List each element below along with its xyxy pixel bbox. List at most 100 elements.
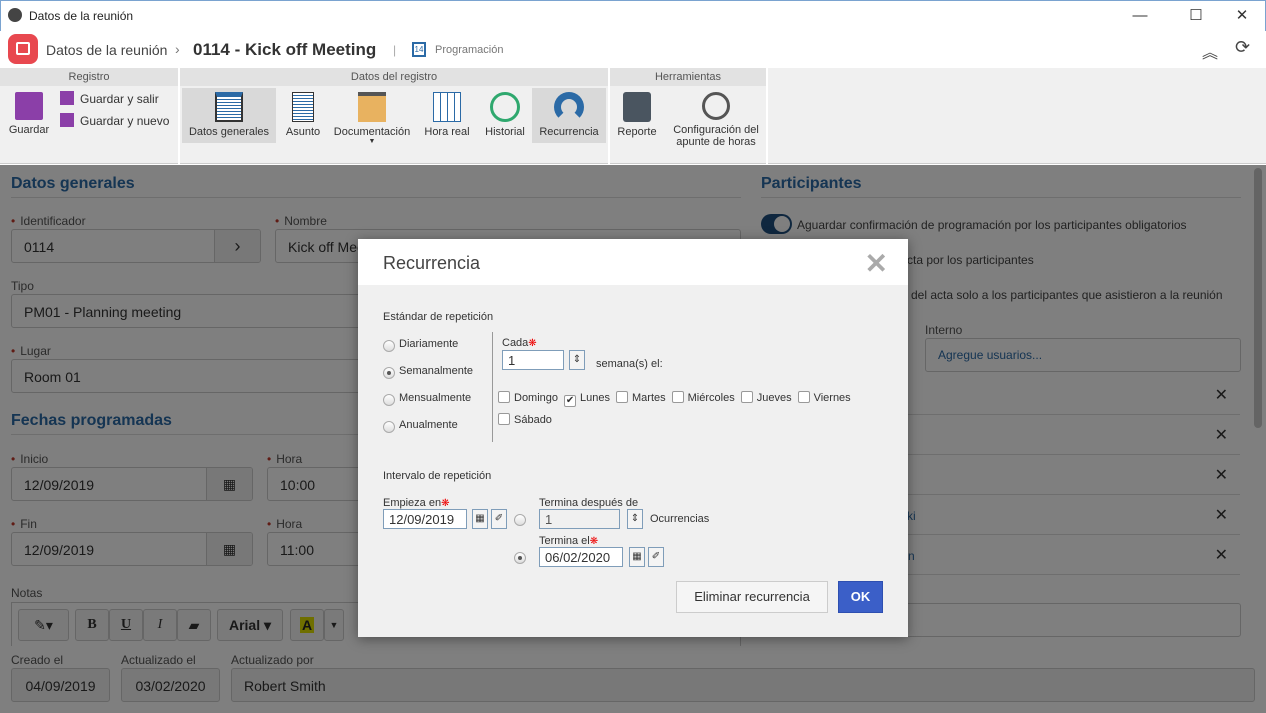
close-window-button[interactable]: ✕ <box>1227 5 1257 27</box>
floppy-icon <box>15 92 43 120</box>
tab-hora-real[interactable]: Hora real <box>418 88 476 143</box>
spinner-icon[interactable]: ⇕ <box>627 509 643 529</box>
day-checkbox-1[interactable]: ✔ Lunes <box>564 392 610 407</box>
page-header: Datos de la reunión › 0114 - Kick off Me… <box>0 31 1266 68</box>
window-titlebar: Datos de la reunión — ☐ ✕ <box>0 0 1266 31</box>
tab-label: Asunto <box>285 126 321 138</box>
calendar-icon[interactable]: ▦ <box>472 509 488 529</box>
tab-datos-generales[interactable]: Datos generales <box>182 88 276 143</box>
config-label-1: Configuración del <box>673 124 759 136</box>
day-checkbox-5[interactable]: Viernes <box>797 391 851 404</box>
app-globe-icon <box>8 8 22 22</box>
termina-el-label: Termina el❋ <box>539 535 598 547</box>
day-checkbox-4[interactable]: Jueves <box>740 391 792 404</box>
minimize-button[interactable]: — <box>1125 5 1155 27</box>
radio-label: Anualmente <box>399 419 458 431</box>
day-checkbox-6[interactable]: Sábado <box>498 413 552 426</box>
group-label: Datos del registro <box>180 68 608 86</box>
timesheet-icon <box>433 92 461 122</box>
delete-recurrence-button[interactable]: Eliminar recurrencia <box>676 581 828 613</box>
radio-termina-el[interactable] <box>514 552 526 564</box>
tab-label: Hora real <box>424 126 470 138</box>
tab-label: Documentación <box>333 126 411 138</box>
radio-termina-despues[interactable] <box>514 514 526 526</box>
day-checkbox-3[interactable]: Miércoles <box>671 391 735 404</box>
calendar-icon[interactable]: ▦ <box>629 547 645 567</box>
tab-recurrencia[interactable]: Recurrencia <box>532 88 606 143</box>
tab-label: Datos generales <box>188 126 270 138</box>
empieza-input[interactable]: 12/09/2019 <box>383 509 467 529</box>
tab-label: Historial <box>485 126 525 138</box>
ok-button[interactable]: OK <box>838 581 883 613</box>
config-label-2: apunte de horas <box>676 136 756 148</box>
checkbox[interactable] <box>797 391 810 403</box>
radio[interactable] <box>383 394 395 406</box>
dropdown-arrow-icon: ▼ <box>368 138 376 145</box>
clear-brush-icon[interactable]: ✐ <box>491 509 507 529</box>
day-checkbox-2[interactable]: Martes <box>616 391 666 404</box>
close-icon[interactable]: ✕ <box>865 247 888 280</box>
module-link[interactable]: Programación <box>435 44 503 56</box>
hours-config-button[interactable]: Configuración del apunte de horas <box>668 88 764 158</box>
maximize-button[interactable]: ☐ <box>1181 5 1211 27</box>
radio[interactable] <box>383 340 395 352</box>
save-exit-button[interactable]: Guardar y salir <box>60 91 159 106</box>
required-icon: ❋ <box>589 536 599 547</box>
clock-icon <box>702 92 730 120</box>
tab-historial[interactable]: Historial <box>480 88 530 143</box>
day-checkbox-0[interactable]: Domingo <box>498 391 558 404</box>
save-exit-label: Guardar y salir <box>80 92 159 106</box>
save-new-label: Guardar y nuevo <box>80 114 170 128</box>
empieza-label: Empieza en❋ <box>383 497 449 509</box>
checkbox[interactable] <box>498 391 510 403</box>
group-datos-registro: Datos del registro Datos generales Asunt… <box>180 68 610 164</box>
termina-el-text: Termina el <box>539 535 590 547</box>
checkbox[interactable] <box>498 413 510 425</box>
checkbox[interactable] <box>740 391 753 403</box>
ocurrencias-input[interactable]: 1 <box>539 509 620 529</box>
day-label: Sábado <box>514 414 552 426</box>
day-label: Martes <box>632 392 666 404</box>
checkbox[interactable] <box>671 391 684 403</box>
header-divider: | <box>393 43 397 57</box>
refresh-icon[interactable]: ⟳ <box>1235 37 1250 58</box>
group-herramientas: Herramientas Reporte Configuración del ap… <box>610 68 768 164</box>
empieza-text: Empieza en <box>383 497 442 509</box>
radio[interactable] <box>383 367 395 379</box>
page-title: 0114 - Kick off Meeting <box>193 40 377 59</box>
radio-label: Mensualmente <box>399 392 472 404</box>
group-label: Herramientas <box>610 68 766 86</box>
report-button[interactable]: Reporte <box>614 88 660 143</box>
radio[interactable] <box>383 421 395 433</box>
checkbox[interactable]: ✔ <box>564 395 577 407</box>
checkbox[interactable] <box>616 391 629 403</box>
day-label: Miércoles <box>687 392 735 404</box>
ocurrencias-label: Ocurrencias <box>650 513 710 525</box>
folder-clip-icon <box>358 92 386 122</box>
recurrence-dialog: Recurrencia ✕ Estándar de repetición Dia… <box>358 239 908 637</box>
report-label: Reporte <box>617 126 657 138</box>
spinner-icon[interactable]: ⇕ <box>569 350 585 370</box>
tab-label: Recurrencia <box>539 126 599 138</box>
tab-documentacion[interactable]: Documentación ▼ <box>330 88 414 145</box>
breadcrumb-chevron-icon: › <box>175 41 180 57</box>
history-clock-icon <box>490 92 520 122</box>
save-button[interactable]: Guardar <box>4 88 54 143</box>
termina-el-input[interactable]: 06/02/2020 <box>539 547 623 567</box>
save-new-button[interactable]: Guardar y nuevo <box>60 113 169 128</box>
save-label: Guardar <box>8 124 50 136</box>
dialog-header: Recurrencia ✕ <box>358 239 908 285</box>
collapse-icon[interactable]: ︽ <box>1202 39 1218 63</box>
cada-input[interactable]: 1 <box>502 350 564 370</box>
cada-label: Cada❋ <box>502 337 537 349</box>
day-label: Viernes <box>813 392 851 404</box>
printer-icon <box>623 92 651 122</box>
required-icon: ❋ <box>528 338 537 349</box>
day-label: Jueves <box>756 392 792 404</box>
breadcrumb[interactable]: Datos de la reunión <box>46 42 167 58</box>
recurrence-icon <box>554 92 584 122</box>
tab-asunto[interactable]: Asunto <box>280 88 326 143</box>
termina-despues-label: Termina después de <box>539 497 639 509</box>
divider <box>492 332 493 442</box>
clear-brush-icon[interactable]: ✐ <box>648 547 664 567</box>
